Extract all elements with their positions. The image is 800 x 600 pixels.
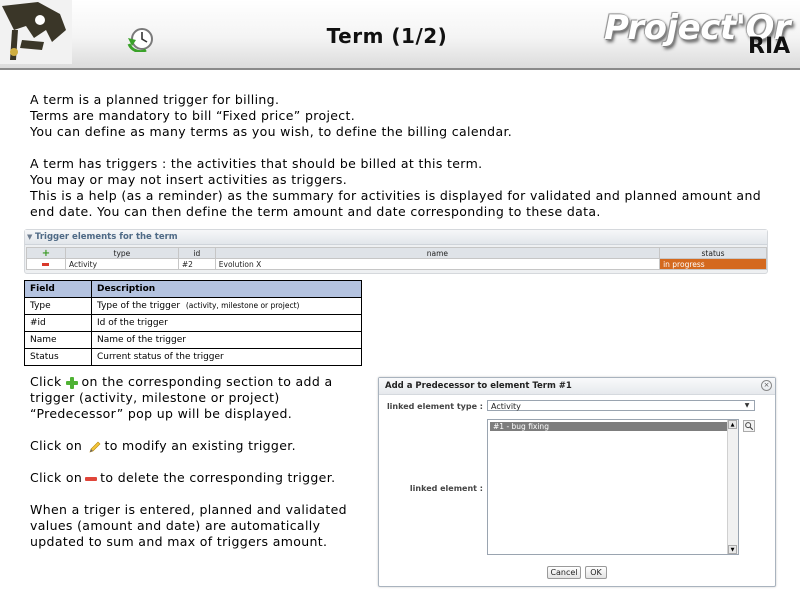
description-note: (activity, milestone or project)	[185, 301, 300, 310]
close-icon[interactable]: ×	[761, 380, 772, 391]
field-name: Type	[24, 297, 92, 315]
edit-icon	[89, 441, 101, 452]
selected-type-value: Activity	[491, 402, 521, 411]
field-name: Status	[24, 348, 92, 366]
header-bar: Term (1/2) Project'Or RIA	[0, 0, 800, 70]
column-header-id: id	[177, 247, 216, 259]
add-icon[interactable]: +	[42, 248, 50, 259]
scroll-up-icon[interactable]: ▲	[728, 420, 737, 429]
help-modify-before: Click on	[30, 438, 83, 453]
field-name: #id	[24, 314, 92, 332]
dialog-title: Add a Predecessor to element Term #1	[385, 381, 572, 391]
trigger-name: Evolution X	[214, 258, 661, 270]
status-badge: in progress	[659, 258, 767, 270]
add-trigger-cell[interactable]: +	[26, 247, 66, 259]
help-text: Click on the corresponding section to add…	[30, 374, 370, 550]
add-predecessor-dialog: Add a Predecessor to element Term #1 × l…	[378, 377, 776, 587]
add-icon	[65, 376, 79, 390]
collapse-arrow-icon[interactable]: ▼	[27, 233, 32, 241]
column-header-status: status	[659, 247, 767, 259]
trigger-table: + type id name status Activity #2 Evolut…	[26, 247, 767, 270]
trigger-panel: ▼ Trigger elements for the term + type i…	[24, 229, 768, 274]
trigger-line: This is a help (as a reminder) as the su…	[30, 188, 761, 219]
ok-button[interactable]: OK	[585, 566, 607, 579]
brand-sub-text: RIA	[748, 34, 791, 59]
table-row: #id Id of the trigger	[24, 314, 362, 332]
intro-line: Terms are mandatory to bill “Fixed price…	[30, 108, 356, 123]
linked-element-type-label: linked element type :	[386, 402, 483, 411]
field-description-table: Field Description Type Type of the trigg…	[24, 280, 362, 366]
description-text: Type of the trigger	[97, 301, 181, 311]
field-description: Current status of the trigger	[91, 348, 362, 366]
help-final: When a triger is entered, planned and va…	[30, 502, 347, 549]
help-delete-after: to delete the corresponding trigger.	[100, 470, 336, 485]
column-header-name: name	[214, 247, 661, 259]
list-scrollbar[interactable]: ▲ ▼	[727, 420, 738, 554]
field-name: Name	[24, 331, 92, 349]
delete-icon	[85, 476, 98, 481]
trigger-panel-header[interactable]: ▼ Trigger elements for the term	[25, 230, 767, 245]
trigger-type: Activity	[64, 258, 179, 270]
list-item[interactable]: #1 - bug fixing	[490, 422, 735, 431]
description-header: Description	[91, 280, 362, 298]
intro-text: A term is a planned trigger for billing.…	[30, 92, 780, 140]
help-delete: Click on to delete the corresponding trig…	[30, 470, 370, 486]
remove-icon[interactable]	[42, 263, 50, 266]
scroll-down-icon[interactable]: ▼	[728, 545, 737, 554]
field-description: Id of the trigger	[91, 314, 362, 332]
column-header-type: type	[64, 247, 179, 259]
dialog-header[interactable]: Add a Predecessor to element Term #1 ×	[379, 378, 775, 395]
search-icon[interactable]	[743, 420, 755, 432]
help-delete-before: Click on	[30, 470, 83, 485]
linked-element-list[interactable]: #1 - bug fixing ▲ ▼	[487, 419, 739, 555]
help-modify: Click on to modify an existing trigger.	[30, 438, 370, 454]
cancel-button[interactable]: Cancel	[547, 566, 581, 579]
trigger-text: A term has triggers : the activities tha…	[30, 156, 782, 220]
trigger-line: A term has triggers : the activities tha…	[30, 156, 483, 171]
field-header: Field	[24, 280, 92, 298]
brand-logo: Project'Or RIA	[600, 6, 800, 66]
table-row[interactable]: Activity #2 Evolution X in progress	[26, 258, 767, 270]
field-description: Type of the trigger (activity, milestone…	[91, 297, 362, 315]
field-description: Name of the trigger	[91, 331, 362, 349]
trigger-id: #2	[177, 258, 216, 270]
trigger-line: You may or may not insert activities as …	[30, 172, 348, 187]
intro-line: A term is a planned trigger for billing.	[30, 92, 280, 107]
table-row: Type Type of the trigger (activity, mile…	[24, 297, 362, 315]
table-row: Name Name of the trigger	[24, 331, 362, 349]
help-add: Click on the corresponding section to add…	[30, 374, 370, 422]
chevron-down-icon[interactable]: ▼	[741, 402, 753, 409]
trigger-panel-title: Trigger elements for the term	[35, 232, 178, 242]
intro-line: You can define as many terms as you wish…	[30, 124, 513, 139]
linked-element-type-select[interactable]: Activity ▼	[487, 400, 755, 411]
remove-trigger-cell[interactable]	[26, 258, 66, 270]
help-add-before: Click	[30, 374, 62, 389]
table-row: Status Current status of the trigger	[24, 348, 362, 366]
help-modify-after: to modify an existing trigger.	[104, 438, 296, 453]
linked-element-label: linked element :	[409, 484, 483, 493]
